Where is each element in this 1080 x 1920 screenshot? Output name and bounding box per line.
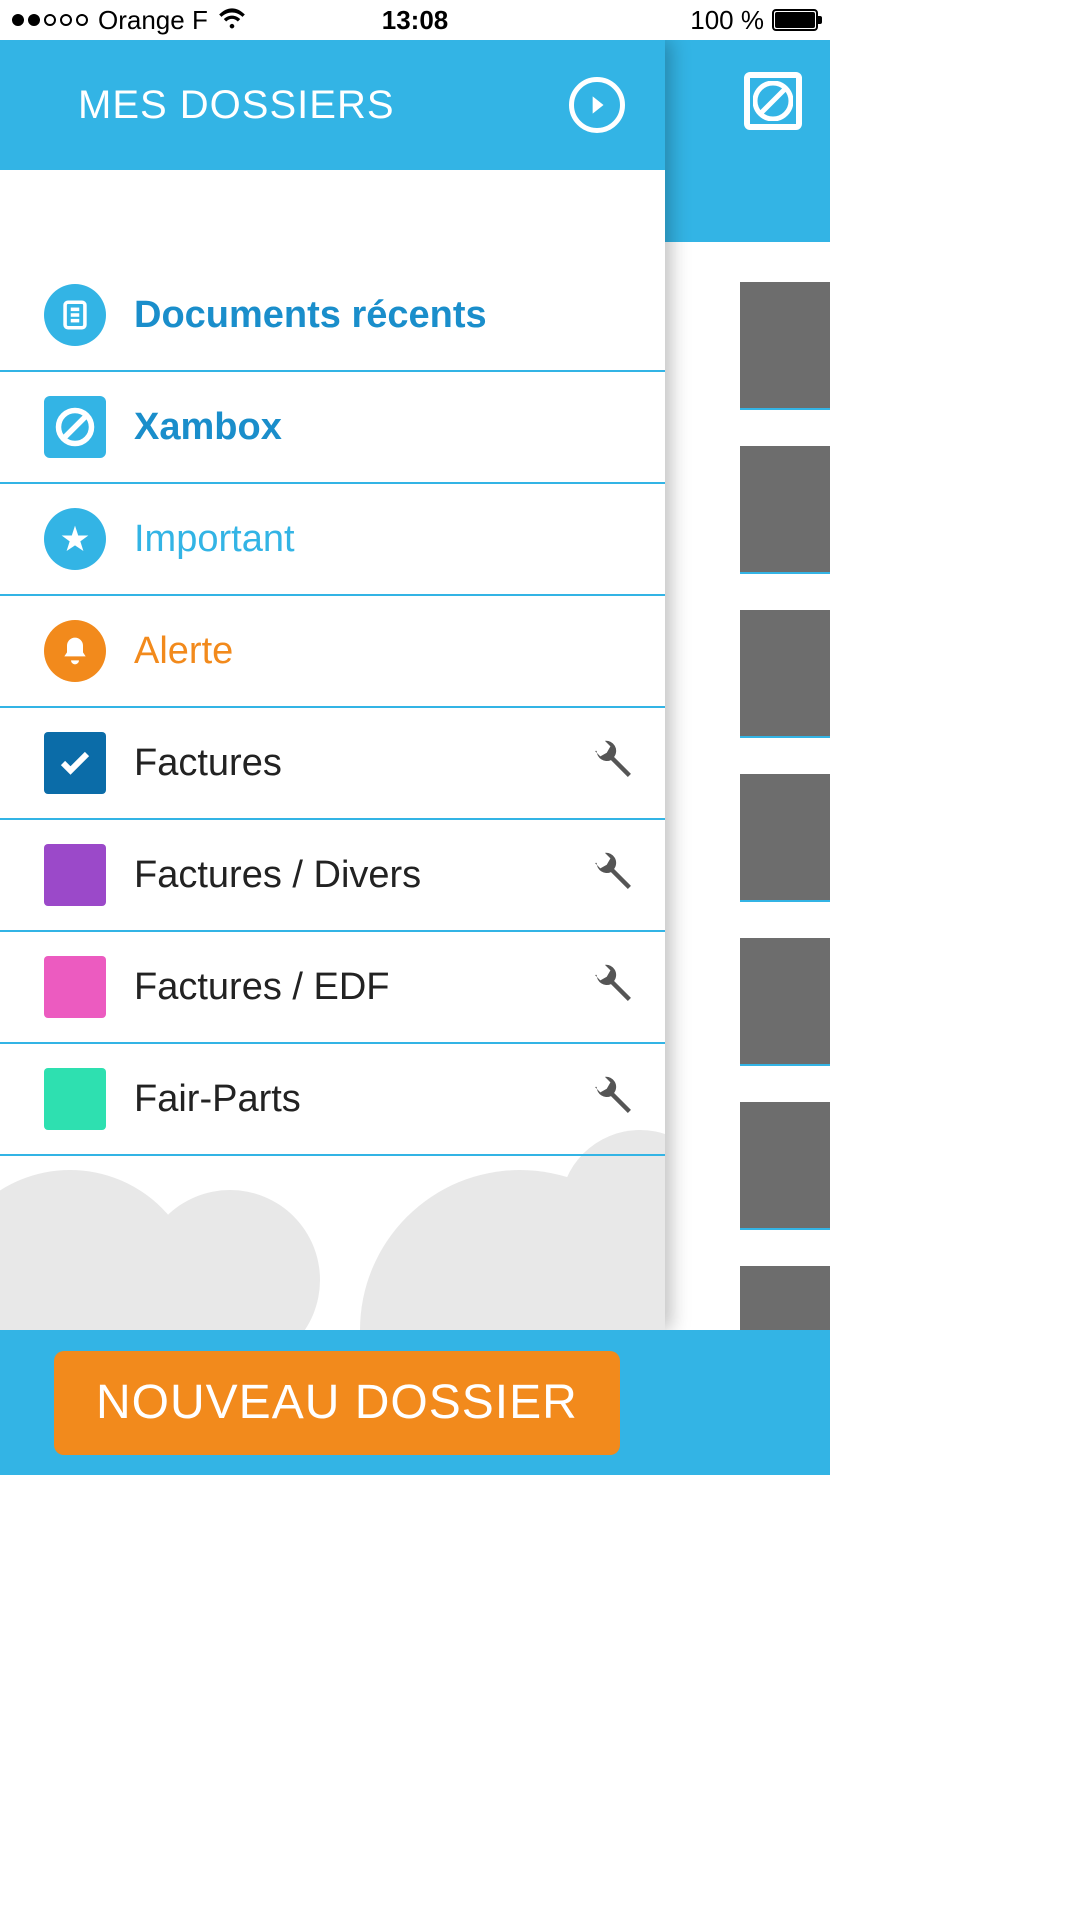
folder-item[interactable]: Alerte: [0, 596, 665, 708]
settings-icon[interactable]: [593, 1075, 637, 1119]
drawer-header: MES DOSSIERS: [0, 40, 665, 170]
folder-item[interactable]: Documents récents: [0, 260, 665, 372]
settings-icon[interactable]: [593, 739, 637, 783]
folder-item[interactable]: Factures: [0, 708, 665, 820]
carrier-label: Orange F: [98, 5, 208, 36]
folder-label: Factures: [134, 742, 593, 785]
folder-settings-button[interactable]: [593, 851, 637, 900]
folder-label: Alerte: [134, 630, 637, 673]
folder-label: Xambox: [134, 406, 637, 449]
close-drawer-button[interactable]: [569, 77, 625, 133]
folder-item[interactable]: Fair-Parts: [0, 1044, 665, 1156]
battery-icon: [772, 9, 818, 31]
app-logo-icon: [744, 72, 802, 130]
folder-item[interactable]: Important: [0, 484, 665, 596]
folder-color-icon: [44, 956, 106, 1018]
folder-label: Factures / EDF: [134, 966, 593, 1009]
new-folder-button[interactable]: NOUVEAU DOSSIER: [54, 1351, 620, 1455]
bottom-bar: NOUVEAU DOSSIER: [0, 1330, 830, 1475]
folder-settings-button[interactable]: [593, 963, 637, 1012]
battery-percent-label: 100 %: [690, 5, 764, 36]
folder-settings-button[interactable]: [593, 739, 637, 788]
settings-icon[interactable]: [593, 963, 637, 1007]
drawer-title: MES DOSSIERS: [78, 83, 569, 128]
settings-icon[interactable]: [593, 851, 637, 895]
folder-color-icon: [44, 844, 106, 906]
clock-label: 13:08: [382, 5, 449, 36]
document-thumbnail[interactable]: [740, 1102, 830, 1230]
document-thumbnail[interactable]: [740, 610, 830, 738]
folder-color-icon: [44, 1068, 106, 1130]
wifi-icon: [218, 5, 246, 36]
folder-label: Important: [134, 518, 637, 561]
document-thumbnail[interactable]: [740, 446, 830, 574]
signal-strength-icon: [12, 14, 88, 26]
document-thumbnail[interactable]: [740, 938, 830, 1066]
bell-icon: [44, 620, 106, 682]
folder-item[interactable]: Factures / EDF: [0, 932, 665, 1044]
folder-label: Fair-Parts: [134, 1078, 593, 1121]
folder-color-icon: [44, 732, 106, 794]
folder-settings-button[interactable]: [593, 1075, 637, 1124]
folder-item[interactable]: Factures / Divers: [0, 820, 665, 932]
chevron-right-icon: [584, 92, 610, 118]
doc-icon: [44, 284, 106, 346]
xambox-icon: [44, 396, 106, 458]
folder-label: Documents récents: [134, 294, 637, 337]
document-thumbnail[interactable]: [740, 774, 830, 902]
star-icon: [44, 508, 106, 570]
document-thumbnail[interactable]: [740, 282, 830, 410]
folder-label: Factures / Divers: [134, 854, 593, 897]
folders-drawer: MES DOSSIERS Documents récents Xambox Impo…: [0, 40, 665, 1330]
folder-item[interactable]: Xambox: [0, 372, 665, 484]
status-bar: Orange F 13:08 100 %: [0, 0, 830, 40]
folder-list[interactable]: Documents récents Xambox Important Alerte Fa…: [0, 170, 665, 1330]
